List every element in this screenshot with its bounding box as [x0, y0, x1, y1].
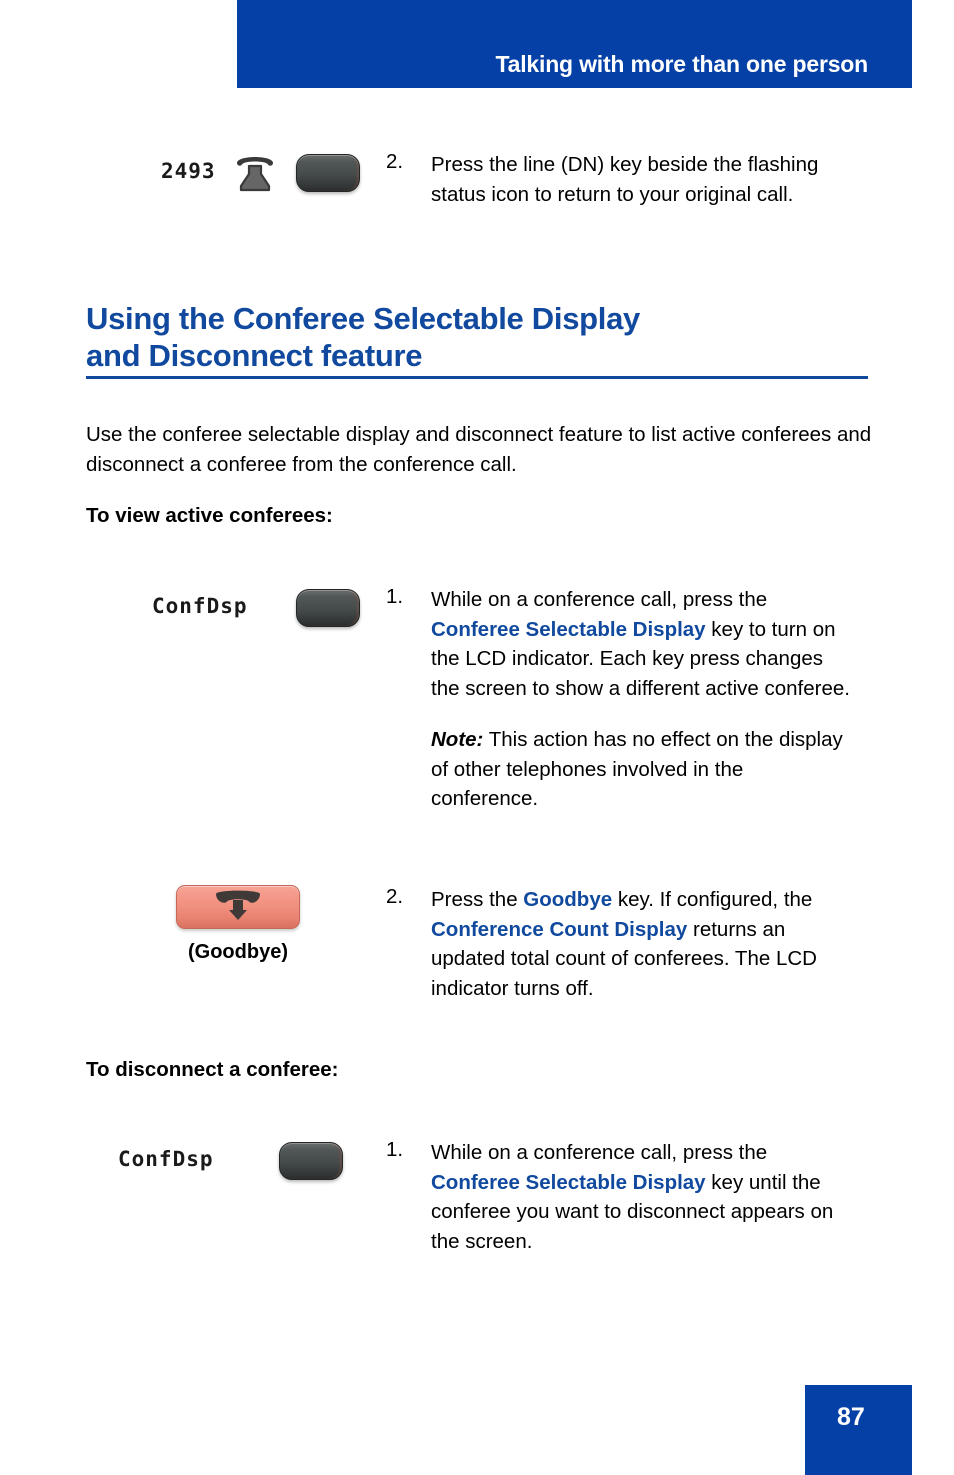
- text-fragment: While on a conference call, press the: [431, 588, 768, 611]
- note-text: This action has no effect on the display…: [431, 728, 843, 810]
- subheading-view-active-conferees: To view active conferees:: [86, 504, 333, 527]
- page-number: 87: [837, 1403, 865, 1431]
- step-row-top: 2493 2. Press the line (DN) key beside t…: [86, 150, 856, 209]
- step-body-view-2: 2. Press the Goodbye key. If configured,…: [386, 885, 856, 1003]
- step-instruction-text: Press the Goodbye key. If configured, th…: [431, 885, 851, 1003]
- page-header-band: Talking with more than one person: [237, 0, 912, 88]
- page-header-title: Talking with more than one person: [495, 51, 868, 77]
- step-instruction-text: While on a conference call, press the Co…: [431, 1138, 851, 1256]
- goodbye-key-label: (Goodbye): [188, 941, 288, 963]
- lcd-confdsp-label: ConfDsp: [118, 1147, 214, 1171]
- note-label: Note:: [431, 728, 484, 751]
- text-fragment: While on a conference call, press the: [431, 1141, 768, 1164]
- step-row-disconnect-1: ConfDsp 1. While on a conference call, p…: [86, 1138, 856, 1256]
- intro-paragraph: Use the conferee selectable display and …: [86, 423, 872, 476]
- page-title-line-2: and Disconnect feature: [86, 338, 423, 373]
- subheading-disconnect-a-conferee: To disconnect a conferee:: [86, 1058, 339, 1081]
- text-fragment: key. If configured, the: [612, 888, 813, 911]
- page-title-line-1: Using the Conferee Selectable Display: [86, 301, 640, 336]
- lcd-confdsp-label: ConfDsp: [152, 594, 248, 618]
- keyword-conferee-selectable-display: Conferee Selectable Display: [431, 617, 706, 641]
- step-body-top: 2. Press the line (DN) key beside the fl…: [386, 150, 856, 209]
- step-number: 1.: [386, 585, 404, 608]
- step-number: 1.: [386, 1138, 404, 1161]
- step-body-disconnect-1: 1. While on a conference call, press the…: [386, 1138, 856, 1256]
- lcd-dn-label: 2493: [161, 159, 216, 183]
- telephone-status-icon: [232, 152, 278, 199]
- keyword-conference-count-display: Conference Count Display: [431, 917, 688, 941]
- step-instruction-text: While on a conference call, press the Co…: [431, 585, 851, 703]
- line-dn-key[interactable]: [296, 154, 360, 192]
- note-block: Note: This action has no effect on the d…: [431, 725, 851, 814]
- step-row-view-1: ConfDsp 1. While on a conference call, p…: [86, 585, 856, 814]
- step-row-view-2: (Goodbye) 2. Press the Goodbye key. If c…: [86, 885, 856, 1003]
- page-number-box: 87: [805, 1385, 912, 1475]
- keyword-goodbye: Goodbye: [523, 888, 613, 911]
- step-number: 2.: [386, 150, 404, 173]
- step-number: 2.: [386, 885, 404, 908]
- heading-divider: [86, 376, 868, 379]
- document-page: Talking with more than one person 2493 2…: [0, 0, 954, 1475]
- page-title: Using the Conferee Selectable Display an…: [86, 300, 886, 374]
- goodbye-key[interactable]: [176, 885, 300, 929]
- conferee-selectable-display-key[interactable]: [279, 1142, 343, 1180]
- text-fragment: Press the: [431, 888, 524, 911]
- step-body-view-1: 1. While on a conference call, press the…: [386, 585, 856, 814]
- conferee-selectable-display-key[interactable]: [296, 589, 360, 627]
- keyword-conferee-selectable-display: Conferee Selectable Display: [431, 1170, 706, 1194]
- step-instruction-text: Press the line (DN) key beside the flash…: [431, 153, 819, 206]
- goodbye-handset-icon: [208, 888, 268, 927]
